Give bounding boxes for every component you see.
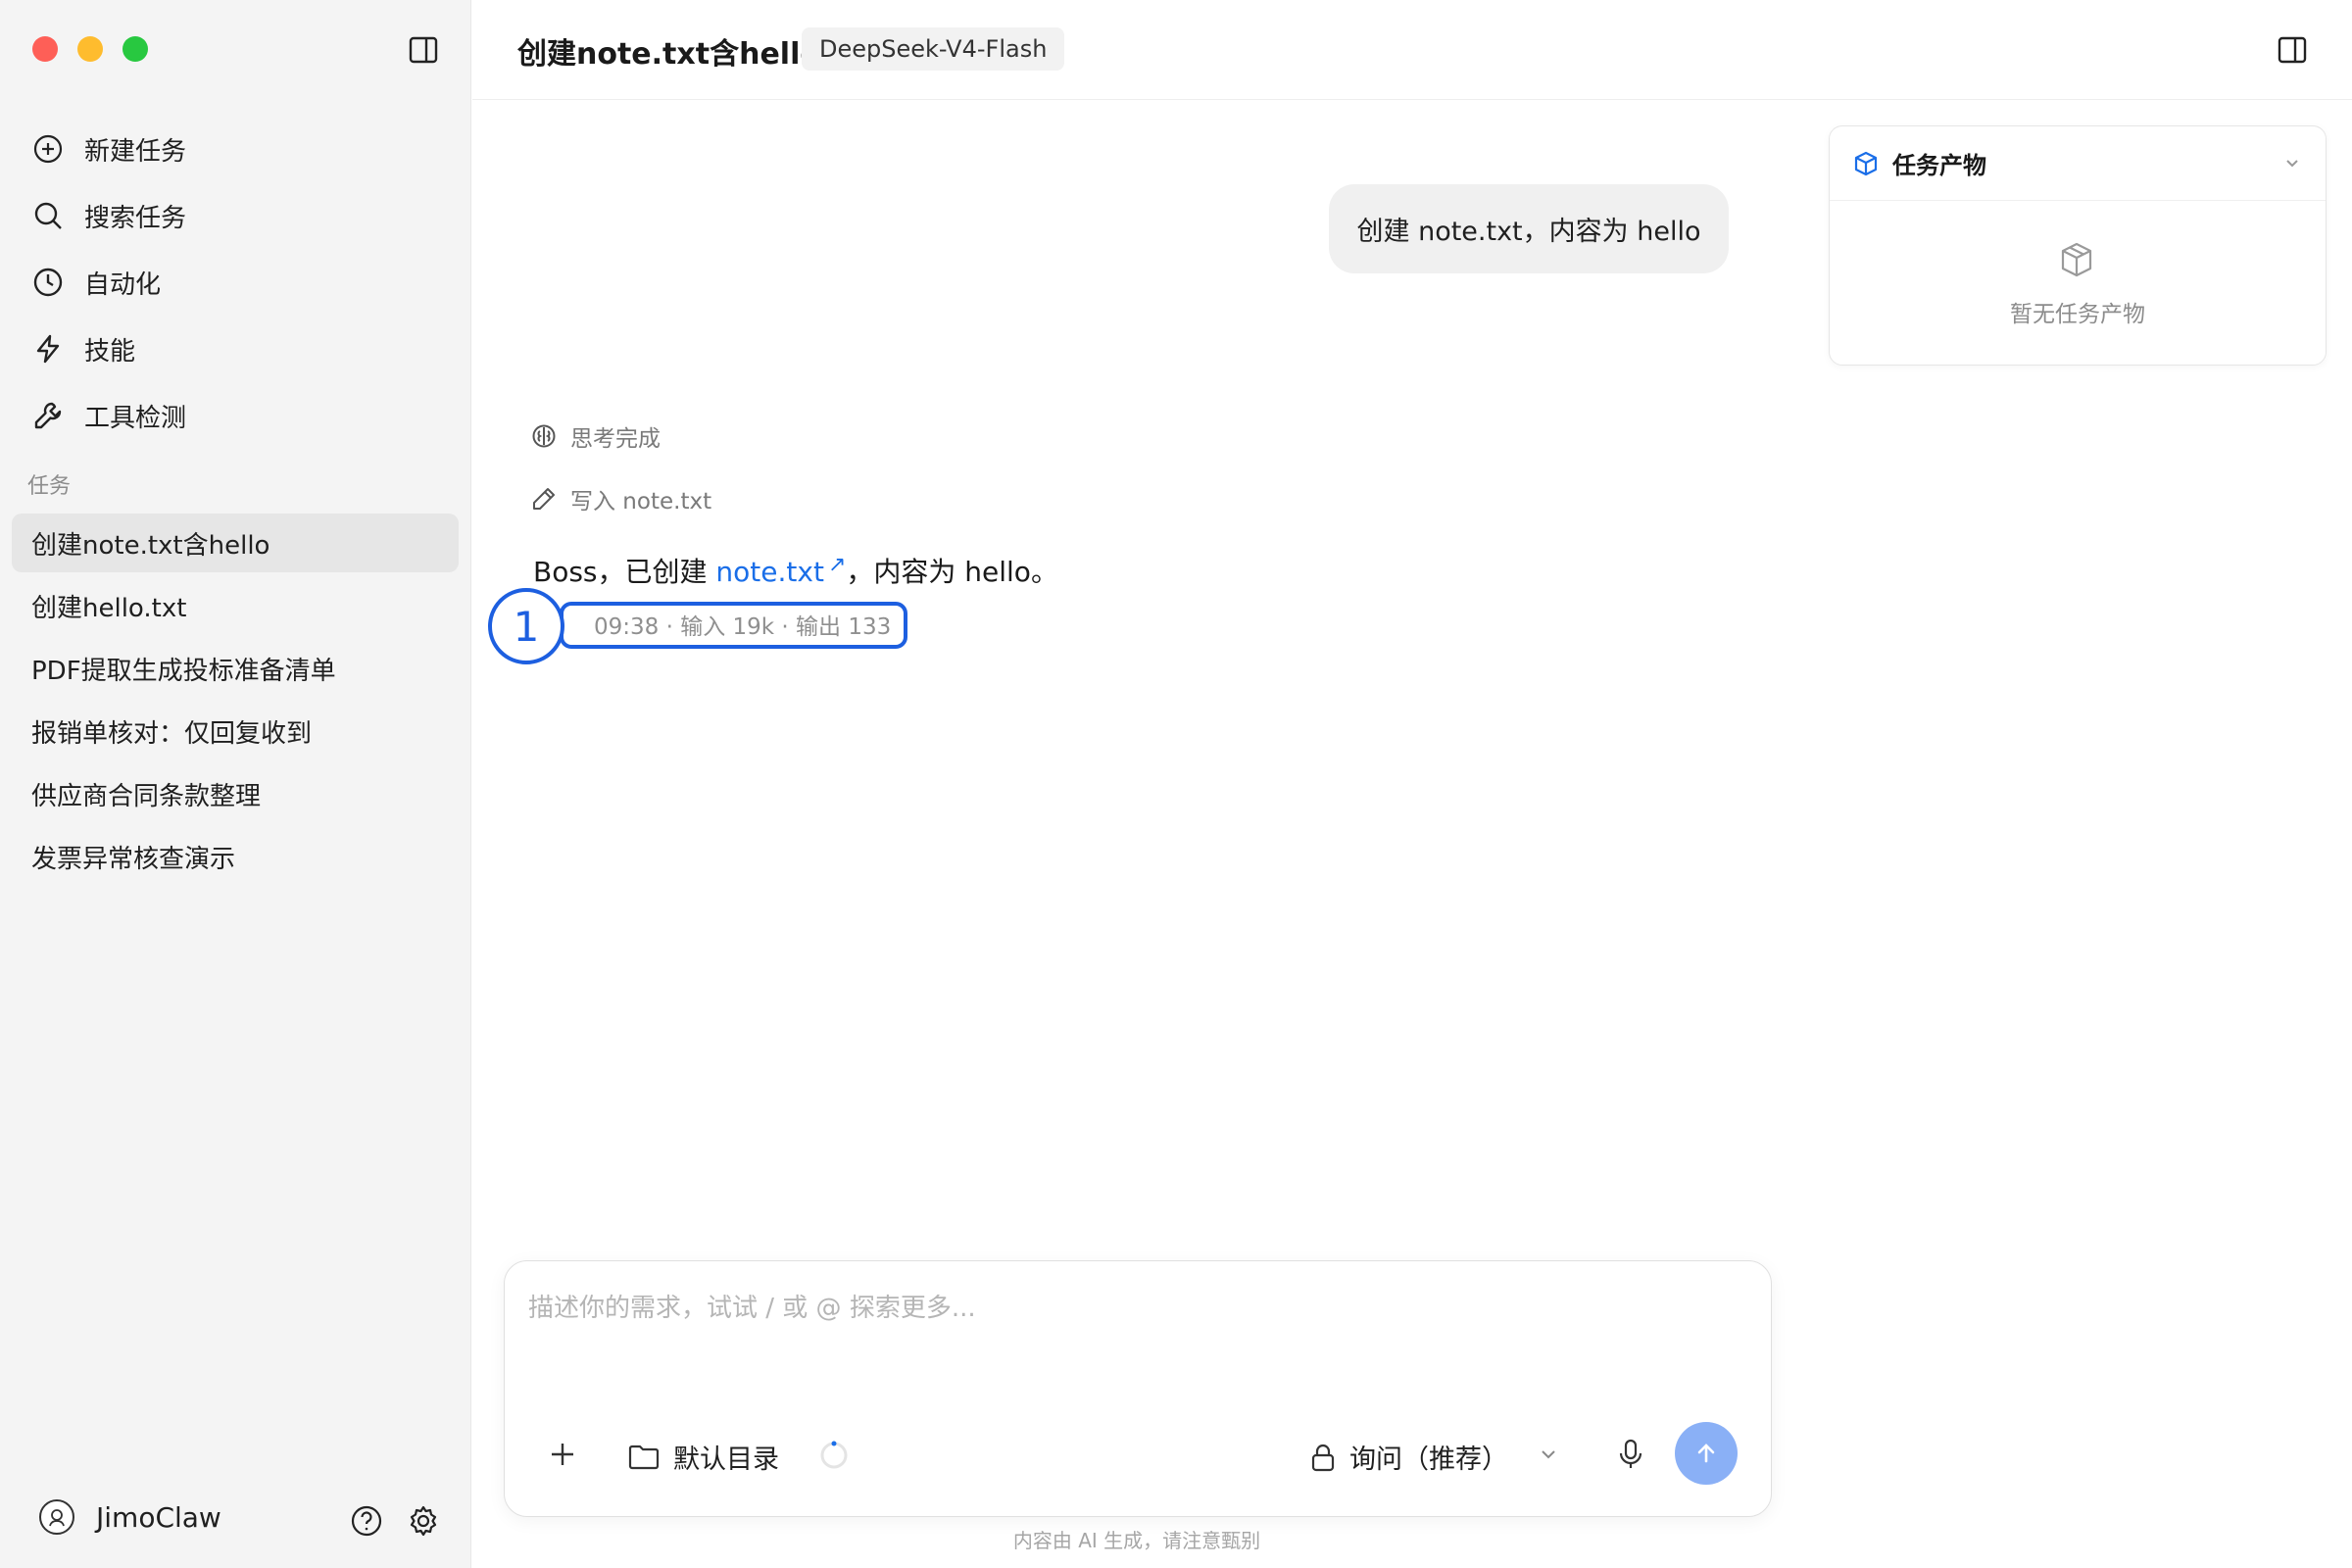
nav-label: 搜索任务	[84, 203, 187, 233]
search-icon	[31, 199, 65, 232]
answer-suffix: ，内容为 hello。	[846, 556, 1058, 588]
page-title: 创建note.txt含hello	[517, 37, 820, 72]
sidebar-toggle-icon[interactable]	[408, 34, 439, 66]
annotation-marker: 1	[488, 588, 564, 664]
artifacts-panel: 任务产物 暂无任务产物	[1829, 125, 2327, 366]
plus-circle-icon	[31, 132, 65, 166]
assistant-message: Boss，已创建 note.txt ↗，内容为 hello。	[533, 551, 1058, 590]
add-attachment-icon[interactable]	[548, 1440, 577, 1469]
box-icon	[1854, 151, 1878, 175]
user-profile[interactable]: JimoClaw	[39, 1499, 221, 1535]
close-window-button[interactable]	[32, 36, 58, 62]
file-link[interactable]: note.txt	[715, 556, 824, 588]
nav-automation[interactable]: 自动化	[31, 249, 443, 316]
clock-icon	[31, 266, 65, 299]
artifacts-empty-text: 暂无任务产物	[2010, 302, 2145, 327]
pencil-icon	[533, 488, 555, 510]
window-controls	[32, 36, 148, 62]
chevron-down-icon[interactable]	[1538, 1444, 1559, 1465]
lightning-icon	[31, 332, 65, 366]
nav-skills[interactable]: 技能	[31, 316, 443, 382]
artifacts-header[interactable]: 任务产物	[1830, 126, 2326, 201]
send-button[interactable]	[1675, 1422, 1738, 1485]
microphone-icon[interactable]	[1614, 1438, 1647, 1471]
message-input[interactable]	[528, 1289, 1743, 1328]
app-window: 新建任务 搜索任务 自动化 技能 工具检测 任务 创建note.txt含hell…	[0, 0, 2352, 1568]
nav-label: 自动化	[84, 270, 162, 300]
chevron-down-icon[interactable]	[2282, 154, 2302, 173]
sidebar: 新建任务 搜索任务 自动化 技能 工具检测 任务 创建note.txt含hell…	[0, 0, 471, 1568]
loading-spinner-icon	[820, 1441, 848, 1469]
message-meta: 09:38 · 输入 19k · 输出 133	[594, 614, 892, 640]
empty-box-icon	[2061, 242, 2092, 277]
task-item[interactable]: 报销单核对：仅回复收到	[12, 702, 459, 760]
task-item[interactable]: 发票异常核查演示	[12, 827, 459, 886]
task-item[interactable]: 创建note.txt含hello	[12, 514, 459, 572]
write-file-step[interactable]: 写入 note.txt	[531, 482, 711, 515]
panel-toggle-icon[interactable]	[2277, 34, 2308, 66]
nav-tool-check[interactable]: 工具检测	[31, 382, 443, 449]
directory-selector[interactable]: 默认目录	[628, 1438, 779, 1476]
header: 创建note.txt含hello DeepSeek-V4-Flash	[472, 0, 2352, 100]
thinking-step-label: 思考完成	[570, 426, 661, 452]
sidebar-nav: 新建任务 搜索任务 自动化 技能 工具检测	[31, 116, 443, 449]
arrow-up-icon	[1697, 1444, 1715, 1463]
user-name: JimoClaw	[96, 1500, 221, 1534]
model-badge[interactable]: DeepSeek-V4-Flash	[802, 27, 1065, 71]
composer: 默认目录 询问（推荐）	[504, 1260, 1772, 1517]
external-link-icon[interactable]: ↗	[828, 553, 846, 577]
gear-icon[interactable]	[407, 1504, 440, 1538]
nav-label: 新建任务	[84, 136, 187, 167]
write-file-step-label: 写入 note.txt	[570, 489, 712, 514]
nav-search-task[interactable]: 搜索任务	[31, 182, 443, 249]
help-icon[interactable]	[350, 1504, 383, 1538]
task-item[interactable]: PDF提取生成投标准备清单	[12, 639, 459, 698]
minimize-window-button[interactable]	[77, 36, 103, 62]
mode-label: 询问（推荐）	[1349, 1445, 1508, 1475]
wrench-icon	[31, 399, 65, 432]
folder-icon	[628, 1445, 660, 1469]
thinking-step[interactable]: 思考完成	[531, 419, 661, 453]
lock-icon	[1311, 1444, 1335, 1471]
avatar	[39, 1499, 74, 1535]
tasks-section-label: 任务	[27, 474, 72, 499]
mode-selector[interactable]: 询问（推荐）	[1310, 1438, 1508, 1476]
task-list: 创建note.txt含hello 创建hello.txt PDF提取生成投标准备…	[12, 514, 459, 890]
ai-disclaimer: 内容由 AI 生成，请注意甄别	[1012, 1529, 1261, 1552]
nav-label: 工具检测	[84, 403, 187, 433]
maximize-window-button[interactable]	[122, 36, 148, 62]
directory-label: 默认目录	[673, 1445, 779, 1475]
task-item[interactable]: 创建hello.txt	[12, 576, 459, 635]
user-message: 创建 note.txt，内容为 hello	[1329, 184, 1729, 273]
answer-prefix: Boss，已创建	[533, 556, 716, 588]
artifacts-title: 任务产物	[1892, 152, 1986, 179]
task-item[interactable]: 供应商合同条款整理	[12, 764, 459, 823]
nav-label: 技能	[84, 336, 136, 367]
brain-icon	[532, 424, 556, 448]
nav-new-task[interactable]: 新建任务	[31, 116, 443, 182]
